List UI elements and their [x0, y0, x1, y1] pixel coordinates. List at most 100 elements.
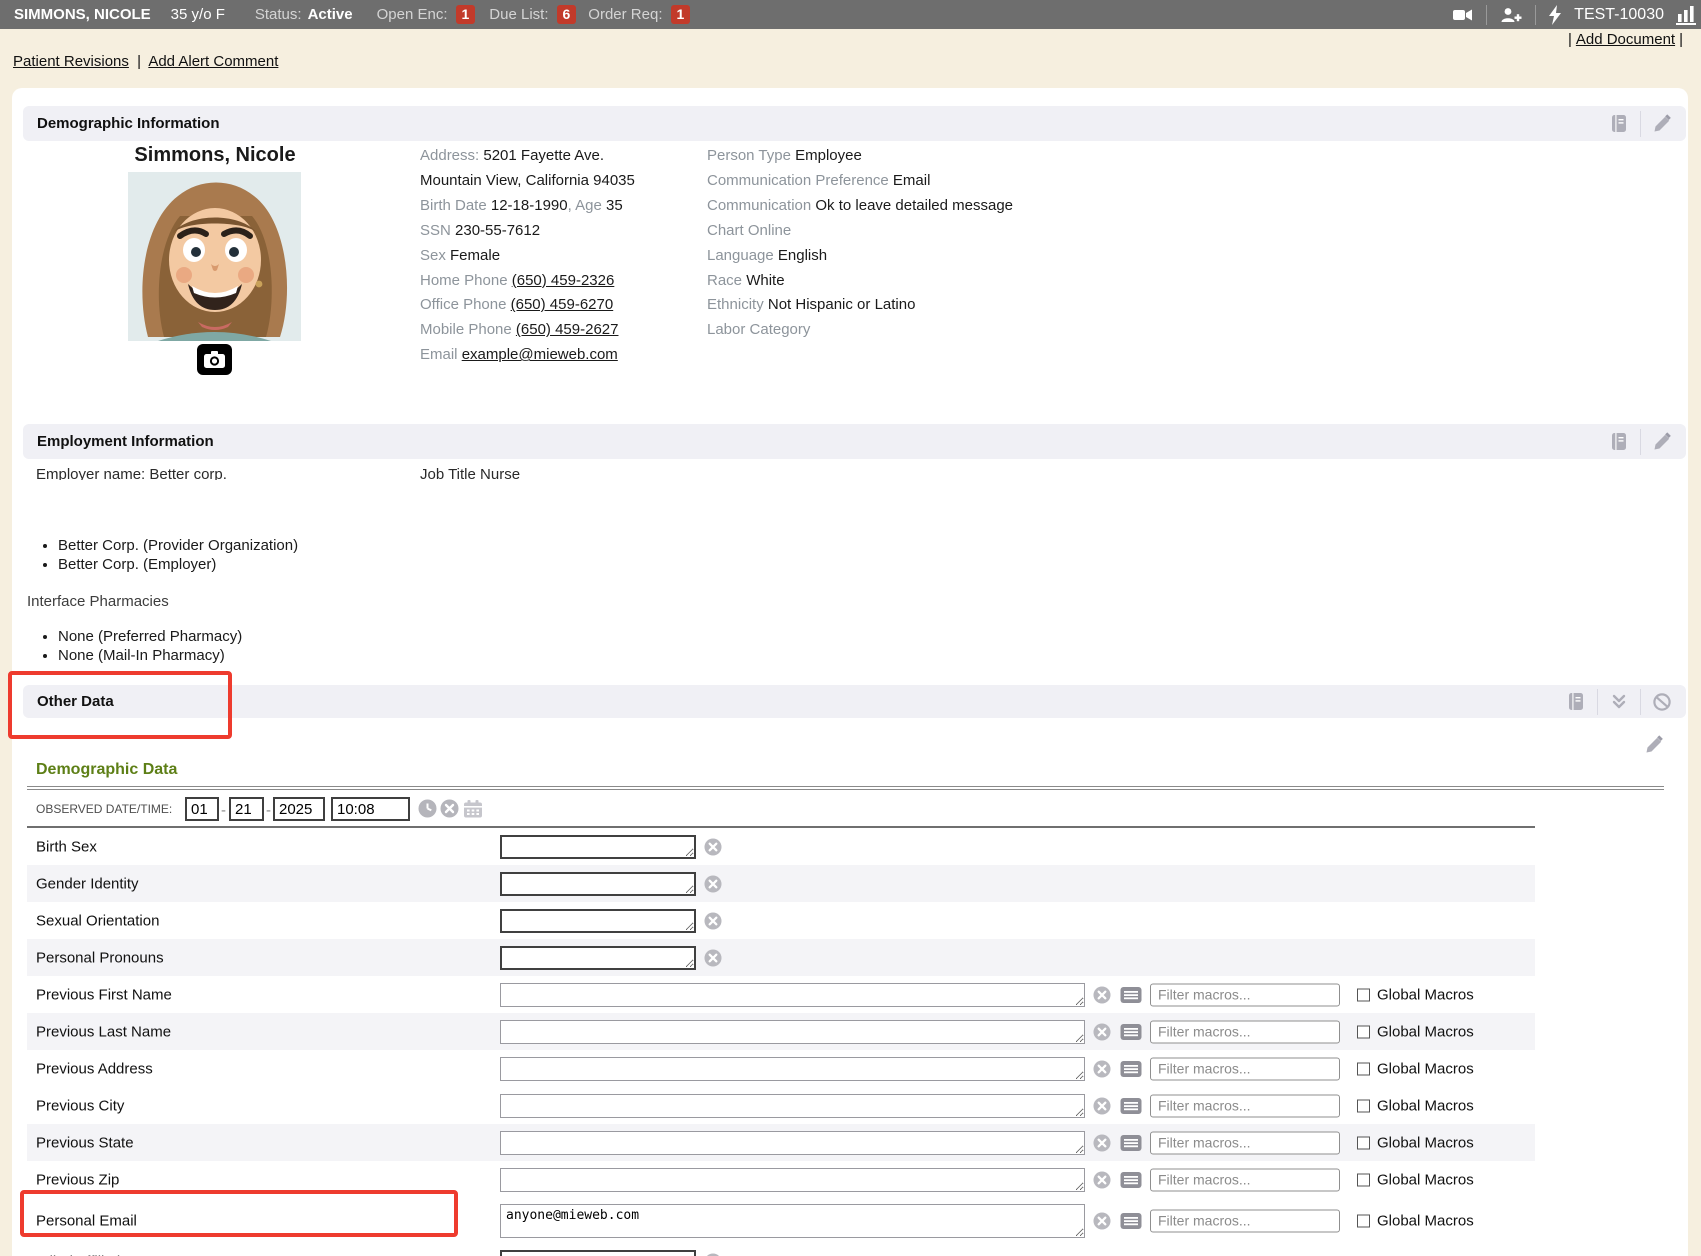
field-value: Employee [795, 147, 862, 164]
list-item: Better Corp. (Employer) [58, 557, 298, 573]
macro-list-icon[interactable] [1120, 1212, 1142, 1230]
info-link[interactable]: (650) 459-2326 [512, 272, 615, 289]
global-macros-checkbox[interactable] [1357, 1136, 1370, 1149]
clear-field-icon[interactable] [704, 1253, 722, 1256]
update-photo-camera-button[interactable] [197, 344, 232, 375]
macro-list-icon[interactable] [1120, 1023, 1142, 1041]
field-label: Sex [420, 247, 450, 264]
global-macros-checkbox[interactable] [1357, 1062, 1370, 1075]
global-macros-checkbox[interactable] [1357, 1173, 1370, 1186]
clear-field-icon[interactable] [704, 912, 722, 930]
global-macros-checkbox[interactable] [1357, 988, 1370, 1001]
open-enc-label[interactable]: Open Enc: [377, 6, 448, 23]
info-link[interactable]: (650) 459-6270 [511, 296, 614, 313]
filter-macros-input[interactable] [1150, 1020, 1340, 1043]
value-input[interactable] [500, 983, 1085, 1007]
add-alert-comment-link[interactable]: Add Alert Comment [148, 53, 278, 70]
clear-field-icon[interactable] [1093, 1134, 1111, 1152]
value-input[interactable] [500, 946, 696, 970]
affiliation-list: Better Corp. (Provider Organization)Bett… [58, 538, 298, 575]
journal-book-icon[interactable] [1608, 113, 1629, 134]
due-list-label[interactable]: Due List: [489, 6, 548, 23]
patient-photo[interactable] [128, 172, 301, 341]
clear-field-icon[interactable] [1093, 986, 1111, 1004]
clear-field-icon[interactable] [1093, 1171, 1111, 1189]
global-macros-checkbox[interactable] [1357, 1214, 1370, 1227]
journal-book-icon[interactable] [1608, 431, 1629, 452]
clear-field-icon[interactable] [1093, 1060, 1111, 1078]
field-value: 35 [606, 197, 623, 214]
flowsheet-chart-icon[interactable] [1676, 5, 1696, 25]
value-input[interactable] [500, 1094, 1085, 1118]
info-line: Address: 5201 Fayette Ave. [420, 144, 635, 169]
clear-field-icon[interactable] [1093, 1212, 1111, 1230]
due-list-badge[interactable]: 6 [557, 5, 577, 24]
observed-day-input[interactable] [229, 797, 264, 821]
filter-macros-input[interactable] [1150, 1057, 1340, 1080]
disable-prohibit-icon[interactable] [1652, 692, 1672, 712]
macro-list-icon[interactable] [1120, 1060, 1142, 1078]
pharmacy-list: None (Preferred Pharmacy)None (Mail-In P… [58, 629, 242, 666]
open-enc-badge[interactable]: 1 [456, 5, 476, 24]
employer-name-text: Employer name: Better corp. [36, 466, 227, 480]
filter-macros-input[interactable] [1150, 1168, 1340, 1191]
clear-field-icon[interactable] [704, 949, 722, 967]
form-row-previous-last-name: Previous Last NameGlobal Macros [27, 1013, 1535, 1050]
clear-datetime-icon[interactable] [440, 799, 459, 822]
value-input[interactable] [500, 909, 696, 933]
row-label: Previous Address [36, 1060, 153, 1077]
order-req-badge[interactable]: 1 [671, 5, 691, 24]
global-macros-checkbox[interactable] [1357, 1025, 1370, 1038]
demographic-left-column: Address: 5201 Fayette Ave.Mountain View,… [420, 144, 635, 368]
journal-book-icon[interactable] [1565, 691, 1586, 712]
clear-field-icon[interactable] [1093, 1097, 1111, 1115]
clear-field-icon[interactable] [704, 875, 722, 893]
value-input[interactable] [500, 1020, 1085, 1044]
observed-month-input[interactable] [185, 797, 219, 821]
global-macros-label: Global Macros [1377, 1060, 1474, 1077]
add-document-link[interactable]: Add Document [1576, 31, 1675, 48]
patient-revisions-link[interactable]: Patient Revisions [13, 53, 129, 70]
order-req-label[interactable]: Order Req: [588, 6, 662, 23]
macro-list-icon[interactable] [1120, 986, 1142, 1004]
clipped-employment-row: Employer name: Better corp. Job Title Nu… [0, 466, 1660, 480]
info-link[interactable]: (650) 459-2627 [516, 321, 619, 338]
info-line: Language English [707, 244, 1013, 269]
patient-header-bar: SIMMONS, NICOLE 35 y/o F Status: Active … [0, 0, 1701, 29]
global-macros-checkbox[interactable] [1357, 1099, 1370, 1112]
value-input[interactable] [500, 1204, 1085, 1238]
macro-list-icon[interactable] [1120, 1171, 1142, 1189]
employment-information-section-bar: Employment Information [23, 424, 1686, 459]
calendar-icon[interactable] [463, 799, 483, 822]
video-call-icon[interactable] [1452, 5, 1474, 25]
set-time-clock-icon[interactable] [418, 799, 437, 822]
collapse-double-chevron-icon[interactable] [1609, 692, 1629, 712]
filter-macros-input[interactable] [1150, 1131, 1340, 1154]
topbar-divider [1535, 5, 1536, 25]
observed-time-input[interactable] [331, 797, 410, 821]
edit-pencil-icon[interactable] [1644, 735, 1664, 755]
quick-actions-bolt-icon[interactable] [1548, 5, 1562, 25]
global-macros-label: Global Macros [1377, 1134, 1474, 1151]
macro-list-icon[interactable] [1120, 1134, 1142, 1152]
value-input[interactable] [500, 835, 696, 859]
observed-datetime-row: OBSERVED DATE/TIME: - - [27, 790, 1535, 828]
edit-pencil-icon[interactable] [1652, 114, 1672, 134]
value-input[interactable] [500, 1057, 1085, 1081]
add-person-icon[interactable] [1499, 5, 1523, 25]
clear-field-icon[interactable] [1093, 1023, 1111, 1041]
clear-field-icon[interactable] [704, 838, 722, 856]
value-input[interactable] [500, 1250, 696, 1256]
section-title: Other Data [37, 693, 114, 710]
other-data-section-bar: Other Data [23, 685, 1686, 718]
info-link[interactable]: example@mieweb.com [462, 346, 618, 363]
filter-macros-input[interactable] [1150, 1209, 1340, 1232]
edit-pencil-icon[interactable] [1652, 432, 1672, 452]
filter-macros-input[interactable] [1150, 1094, 1340, 1117]
observed-year-input[interactable] [273, 797, 325, 821]
value-input[interactable] [500, 1168, 1085, 1192]
filter-macros-input[interactable] [1150, 983, 1340, 1006]
macro-list-icon[interactable] [1120, 1097, 1142, 1115]
value-input[interactable] [500, 1131, 1085, 1155]
value-input[interactable] [500, 872, 696, 896]
